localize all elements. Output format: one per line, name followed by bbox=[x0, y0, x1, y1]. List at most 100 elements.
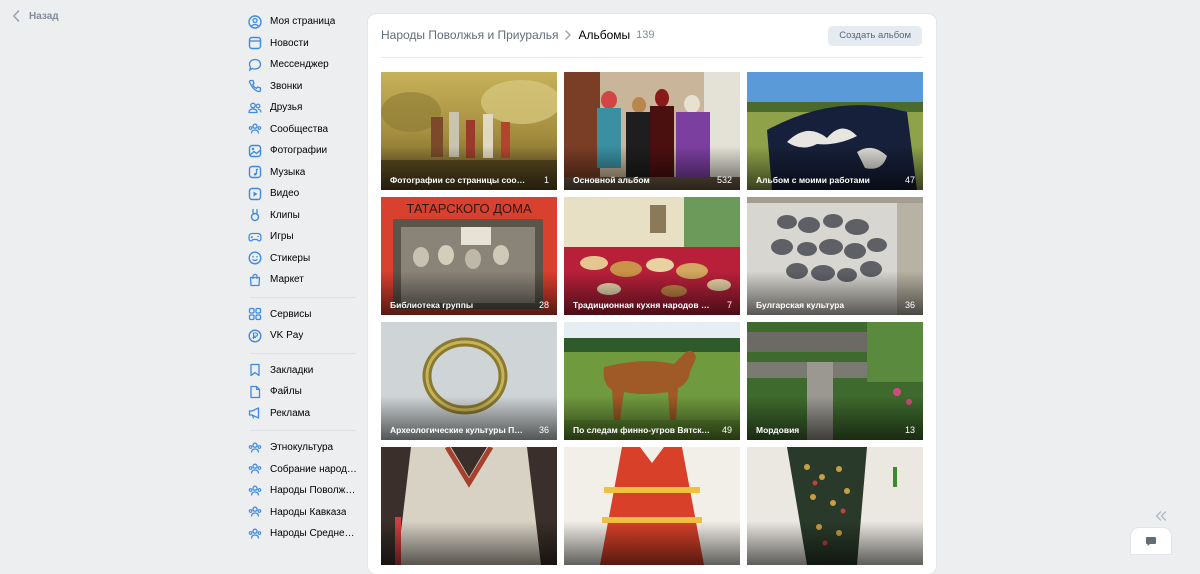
chevron-right-icon bbox=[565, 30, 572, 40]
sidebar-item[interactable]: Маркет bbox=[248, 269, 360, 291]
album-card[interactable]: Археологические культуры Поволжья 36 bbox=[381, 322, 557, 440]
album-photo-count: 7 bbox=[726, 300, 732, 310]
sidebar-item-label: Реклама bbox=[270, 407, 311, 419]
album-title: Фотографии со страницы сообщества bbox=[390, 175, 527, 185]
sidebar-item[interactable]: Народы Средней ... bbox=[248, 523, 360, 545]
album-card[interactable]: Традиционная кухня народов Поволжья 7 bbox=[564, 197, 740, 315]
album-card[interactable]: Булгарская культура 36 bbox=[747, 197, 923, 315]
sidebar-item-label: Собрание народн... bbox=[270, 463, 360, 475]
sidebar-item[interactable]: Музыка bbox=[248, 162, 360, 184]
group-icon bbox=[248, 527, 262, 541]
chevron-left-icon bbox=[13, 10, 20, 22]
user-circle-icon bbox=[248, 15, 262, 29]
phone-icon bbox=[248, 79, 262, 93]
album-card[interactable]: Мордовия 13 bbox=[747, 322, 923, 440]
sidebar-item[interactable]: Фотографии bbox=[248, 140, 360, 162]
sidebar-item[interactable]: Звонки bbox=[248, 76, 360, 98]
sidebar-item-label: Народы Средней ... bbox=[270, 528, 360, 540]
back-label: Назад bbox=[29, 10, 59, 22]
sidebar-group: Этнокультура Собрание народн... Народы Пов… bbox=[248, 437, 360, 545]
shopping-bag-icon bbox=[248, 273, 262, 287]
sidebar-item-label: Народы Кавказа bbox=[270, 506, 347, 518]
albums-count: 139 bbox=[636, 29, 655, 41]
sidebar-item[interactable]: Реклама bbox=[248, 403, 360, 425]
sidebar-item[interactable]: Народы Поволжья... bbox=[248, 480, 360, 502]
album-card[interactable] bbox=[747, 447, 923, 565]
album-title: Мордовия bbox=[756, 425, 800, 435]
megaphone-icon bbox=[248, 406, 262, 420]
group-icon bbox=[248, 484, 262, 498]
sidebar-item[interactable]: Моя страница bbox=[248, 11, 360, 33]
collapse-chevrons-icon[interactable] bbox=[1155, 508, 1167, 526]
svg-text:ТАТАРСКОГО ДОМА: ТАТАРСКОГО ДОМА bbox=[406, 201, 532, 216]
sidebar-item[interactable]: Мессенджер bbox=[248, 54, 360, 76]
album-card[interactable]: По следам финно-угров Вятского края 49 bbox=[564, 322, 740, 440]
album-title: Археологические культуры Поволжья bbox=[390, 425, 527, 435]
sidebar-item[interactable]: Друзья bbox=[248, 97, 360, 119]
sidebar-item[interactable]: Народы Кавказа bbox=[248, 502, 360, 524]
album-cover-shade bbox=[381, 521, 557, 565]
sidebar-item-label: Стикеры bbox=[270, 252, 311, 264]
album-title: Основной альбом bbox=[573, 175, 650, 185]
sidebar-item-label: Моя страница bbox=[270, 16, 336, 28]
left-sidebar: Моя страница Новости Мессенджер Звонки Друзь… bbox=[248, 11, 360, 545]
album-card[interactable]: ТАТАРСКОГО ДОМА Библиотека группы 28 bbox=[381, 197, 557, 315]
sidebar-item-label: Видео bbox=[270, 188, 300, 200]
sidebar-item[interactable]: Клипы bbox=[248, 205, 360, 227]
group-icon bbox=[248, 462, 262, 476]
sidebar-item[interactable]: Закладки bbox=[248, 360, 360, 382]
video-icon bbox=[248, 187, 262, 201]
group-icon bbox=[248, 505, 262, 519]
sidebar-divider bbox=[250, 430, 356, 431]
sidebar-item-label: Новости bbox=[270, 37, 309, 49]
news-icon bbox=[248, 36, 262, 50]
create-album-button[interactable]: Создать альбом bbox=[828, 26, 922, 46]
sidebar-item-label: Этнокультура bbox=[270, 442, 334, 454]
album-photo-count: 1 bbox=[543, 175, 549, 185]
sidebar-item-label: Сообщества bbox=[270, 123, 329, 135]
sidebar-item[interactable]: Файлы bbox=[248, 381, 360, 403]
music-icon bbox=[248, 165, 262, 179]
sidebar-item-label: Музыка bbox=[270, 166, 306, 178]
communities-icon bbox=[248, 122, 262, 136]
sidebar-item[interactable]: Видео bbox=[248, 183, 360, 205]
sidebar-group: Сервисы VK Pay bbox=[248, 304, 360, 347]
clips-icon bbox=[248, 208, 262, 222]
sidebar-item-label: Друзья bbox=[270, 102, 303, 114]
sidebar-item[interactable]: Новости bbox=[248, 33, 360, 55]
friends-icon bbox=[248, 101, 262, 115]
message-icon bbox=[248, 58, 262, 72]
sidebar-item-label: Народы Поволжья... bbox=[270, 485, 360, 497]
header-divider bbox=[381, 57, 923, 58]
sidebar-item-label: Клипы bbox=[270, 209, 300, 221]
album-card[interactable]: Основной альбом 532 bbox=[564, 72, 740, 190]
album-photo-count: 28 bbox=[538, 300, 549, 310]
back-link[interactable]: Назад bbox=[12, 10, 59, 22]
page-title: Альбомы bbox=[578, 28, 631, 42]
sidebar-item-label: Игры bbox=[270, 231, 294, 243]
sidebar-item-label: Фотографии bbox=[270, 145, 328, 157]
chat-button[interactable] bbox=[1131, 528, 1171, 554]
album-card[interactable]: Альбом с моими работами 47 bbox=[747, 72, 923, 190]
file-icon bbox=[248, 385, 262, 399]
sidebar-divider bbox=[250, 296, 356, 298]
album-card[interactable] bbox=[564, 447, 740, 565]
sidebar-item-label: Сервисы bbox=[270, 308, 312, 320]
sidebar-item[interactable]: Стикеры bbox=[248, 248, 360, 270]
sidebar-item[interactable]: Сообщества bbox=[248, 119, 360, 141]
album-photo-count: 36 bbox=[904, 300, 915, 310]
album-title: По следам финно-угров Вятского края bbox=[573, 425, 710, 435]
album-cover-shade bbox=[564, 521, 740, 565]
sidebar-item[interactable]: Собрание народн... bbox=[248, 459, 360, 481]
sidebar-group: Закладки Файлы Реклама bbox=[248, 360, 360, 425]
sidebar-item[interactable]: Сервисы bbox=[248, 304, 360, 326]
vkpay-icon bbox=[248, 329, 262, 343]
sidebar-item[interactable]: Этнокультура bbox=[248, 437, 360, 459]
sidebar-divider bbox=[250, 352, 356, 354]
album-card[interactable]: Фотографии со страницы сообщества 1 bbox=[381, 72, 557, 190]
album-title: Булгарская культура bbox=[756, 300, 845, 310]
breadcrumb-community-link[interactable]: Народы Поволжья и Приуралья bbox=[381, 28, 558, 42]
sidebar-item[interactable]: VK Pay bbox=[248, 325, 360, 347]
sidebar-item[interactable]: Игры bbox=[248, 226, 360, 248]
album-card[interactable] bbox=[381, 447, 557, 565]
